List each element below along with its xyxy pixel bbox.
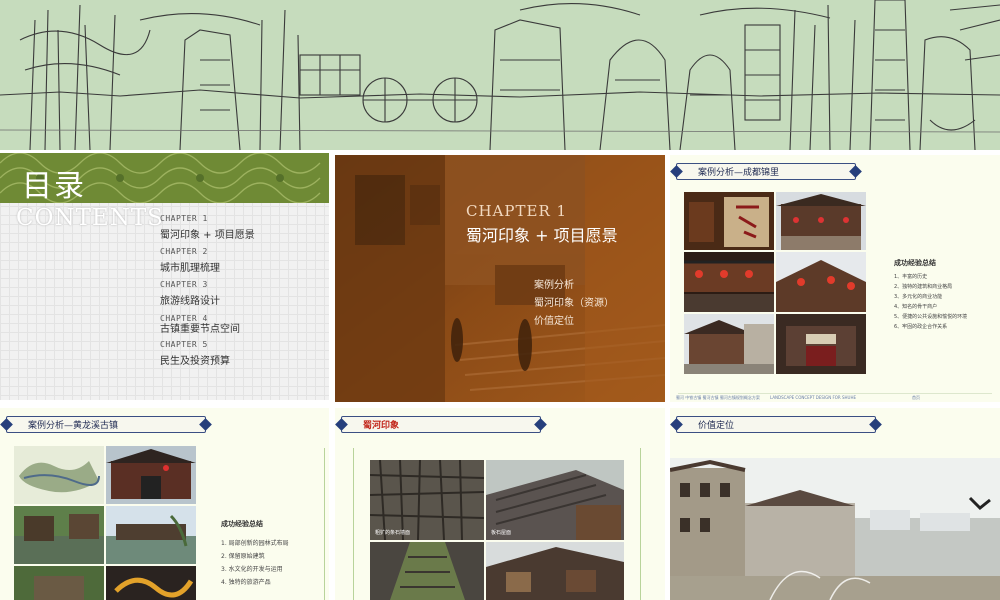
summary-item: 2. 保留原始建筑 [221, 553, 265, 560]
footer-divider [678, 393, 992, 394]
slide-tag-label: 案例分析—黄龙溪古镇 [28, 421, 119, 431]
footer-right-text: 首页 [912, 395, 920, 400]
toc-name: 城市肌理梳理 [160, 263, 220, 274]
summary-item: 3、多元化的商业功能 [894, 294, 943, 300]
huanglongxi-gate-photo [106, 446, 196, 504]
summary-item: 4. 独特的旅游产品 [221, 579, 271, 586]
old-houses-photo [486, 542, 624, 600]
toc-chapter: CHAPTER 5 [160, 340, 208, 349]
toc-chapter: CHAPTER 2 [160, 247, 208, 256]
toc-name: 蜀河印象 + 项目愿景 [160, 230, 255, 241]
slide-tag-label: 案例分析—成都锦里 [698, 168, 780, 178]
summary-title: 成功经验总结 [894, 259, 936, 267]
slide-thumbnail-grid: 目录 CONTENTS CHAPTER 1 蜀河印象 + 项目愿景 CHAPTE… [0, 0, 1000, 600]
stone-wall-photo [370, 460, 484, 540]
contents-subtitle: CONTENTS [16, 205, 164, 231]
contents-slide[interactable]: 目录 CONTENTS CHAPTER 1 蜀河印象 + 项目愿景 CHAPTE… [0, 153, 329, 400]
huanglongxi-canal-photo [14, 506, 104, 564]
shuhe-impression-slide[interactable]: 蜀河印象 粗犷的条石墙面 板石屋面 [335, 408, 665, 600]
summary-item: 2、独特的建筑和商业格局 [894, 284, 953, 290]
slate-roof-photo [486, 460, 624, 540]
footer-mid-text: LANDSCAPE CONCEPT DESIGN FOR SHUHE [770, 395, 856, 400]
frame-line [640, 448, 641, 600]
summary-title: 成功经验总结 [221, 520, 263, 528]
summary-item: 4、知名的骨干商户 [894, 304, 938, 310]
chapter-item[interactable]: 案例分析 [534, 276, 574, 291]
chapter-number: CHAPTER 1 [466, 202, 568, 220]
toc-item[interactable]: CHAPTER 5 民生及投资预算 [160, 340, 230, 367]
chapter-one-slide[interactable]: CHAPTER 1 蜀河印象 + 项目愿景 案例分析 蜀河印象（资源） 价值定位 [335, 155, 665, 402]
toc-name: 民生及投资预算 [160, 356, 230, 367]
photo-caption: 粗犷的条石墙面 [375, 530, 411, 536]
toc-item[interactable]: CHAPTER 2 城市肌理梳理 [160, 247, 220, 274]
sketch-banner-image [0, 0, 1000, 150]
jinli-lanterns-photo [776, 252, 866, 312]
old-town-photo [335, 155, 665, 402]
toc-name: 旅游线路设计 [160, 296, 220, 307]
toc-name: 古镇重要节点空间 [160, 324, 240, 335]
jinli-street-photo [684, 252, 774, 312]
toc-item[interactable]: CHAPTER 4 古镇重要节点空间 [160, 314, 240, 335]
chapter-item[interactable]: 价值定位 [534, 312, 574, 327]
toc-item[interactable]: CHAPTER 3 旅游线路设计 [160, 280, 220, 307]
value-positioning-slide[interactable]: 价值定位 [670, 408, 1000, 600]
chapter-item[interactable]: 蜀河印象（资源） [534, 294, 614, 309]
photo-caption: 板石屋面 [491, 530, 512, 536]
summary-item: 5、便捷的公共设施和愉悦的环境 [894, 314, 968, 320]
summary-item: 3. 水文化的开发与运用 [221, 566, 283, 573]
case-huanglongxi-slide[interactable]: 案例分析—黄龙溪古镇 成功经验总结 1. 局部创新的园林式布局 2. 保留原始建… [0, 408, 329, 600]
huanglongxi-river-photo [106, 506, 196, 564]
huanglongxi-tree-photo [14, 566, 104, 600]
toc-chapter: CHAPTER 1 [160, 214, 208, 223]
slide-tag-label: 价值定位 [698, 421, 735, 431]
huanglongxi-map-photo [14, 446, 104, 504]
riverside-town-photo [670, 458, 1000, 600]
frame-line [324, 448, 325, 600]
jinli-gate-photo [684, 192, 774, 250]
toc-chapter: CHAPTER 3 [160, 280, 208, 289]
jinli-pavilion-photo [684, 314, 774, 374]
summary-item: 1、丰富的历史 [894, 274, 928, 280]
slide-tag-label: 蜀河印象 [363, 421, 400, 431]
frame-line [353, 448, 354, 600]
stone-steps-photo [370, 542, 484, 600]
case-chengdu-slide[interactable]: 案例分析—成都锦里 成功经验总结 1、丰富的历史 2、独特的建筑和商业格局 3、… [670, 155, 1000, 402]
summary-item: 1. 局部创新的园林式布局 [221, 540, 289, 547]
contents-title: 目录 [22, 169, 86, 204]
toc-item[interactable]: CHAPTER 1 蜀河印象 + 项目愿景 [160, 214, 255, 241]
footer-left-text: 蜀河 中铁古镇 蜀河古镇 蜀河古镇规划概念方案 [676, 395, 760, 400]
jinli-courtyard-photo [776, 314, 866, 374]
jinli-building-photo [776, 192, 866, 250]
chapter-title: 蜀河印象 + 项目愿景 [466, 226, 618, 245]
summary-item: 6、牢固的政企合作关系 [894, 324, 948, 330]
huanglongxi-dragon-photo [106, 566, 196, 600]
